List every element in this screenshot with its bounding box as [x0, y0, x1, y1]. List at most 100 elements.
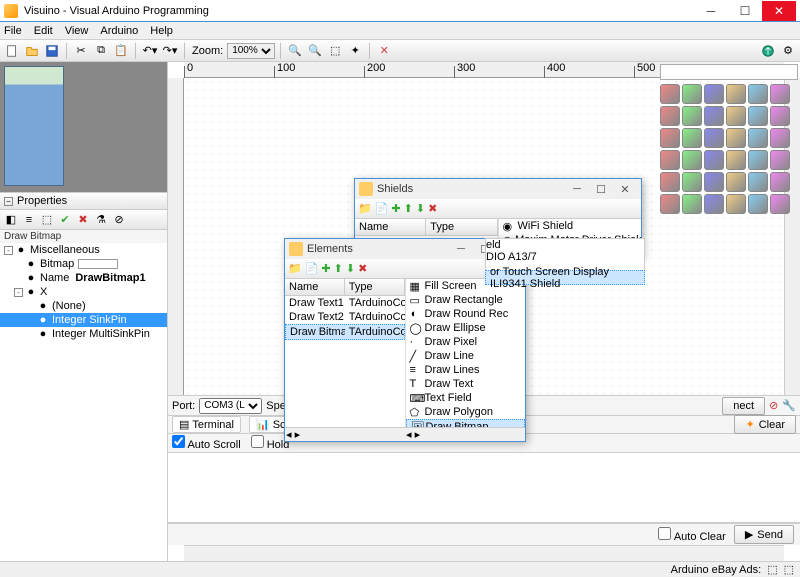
el-tb-2[interactable]: 📄: [305, 262, 319, 275]
palette-component[interactable]: [748, 194, 768, 214]
shields-tb-5[interactable]: ⬇: [416, 202, 425, 215]
send-button[interactable]: ▶Send: [734, 525, 794, 544]
list-item[interactable]: eld: [486, 239, 644, 251]
palette-component[interactable]: [748, 84, 768, 104]
copy-button[interactable]: ⧉: [92, 42, 110, 60]
list-item[interactable]: ◯Draw Ellipse: [406, 321, 526, 335]
connect-button[interactable]: nect: [722, 397, 765, 415]
tree-node[interactable]: ●Bitmap: [0, 257, 167, 271]
tree-node[interactable]: ●NameDrawBitmap1: [0, 271, 167, 285]
palette-component[interactable]: [682, 128, 702, 148]
palette-component[interactable]: [748, 172, 768, 192]
el-tb-1[interactable]: 📁: [288, 262, 302, 275]
config-button[interactable]: ⚙: [779, 42, 797, 60]
list-item[interactable]: ·Draw Pixel: [406, 335, 526, 349]
autoscroll-checkbox[interactable]: Auto Scroll: [172, 435, 241, 451]
palette-component[interactable]: [770, 128, 790, 148]
shields-tb-4[interactable]: ⬆: [404, 202, 413, 215]
list-item[interactable]: TDraw Text: [406, 377, 526, 391]
palette-component[interactable]: [726, 128, 746, 148]
palette-component[interactable]: [682, 106, 702, 126]
palette-component[interactable]: [726, 150, 746, 170]
palette-component[interactable]: [682, 194, 702, 214]
palette-component[interactable]: [704, 172, 724, 192]
stop-icon[interactable]: ⊘: [769, 399, 778, 412]
menu-arduino[interactable]: Arduino: [100, 25, 138, 37]
list-item[interactable]: ◉WiFi Shield: [499, 219, 642, 233]
collapse-icon[interactable]: −: [4, 197, 13, 206]
tree-node[interactable]: ●(None): [0, 299, 167, 313]
el-tb-6[interactable]: ✖: [358, 262, 367, 275]
palette-component[interactable]: [748, 106, 768, 126]
list-item[interactable]: ≡Draw Lines: [406, 363, 526, 377]
elements-right-list[interactable]: ▦Fill Screen▭Draw Rectangle◖Draw Round R…: [406, 279, 526, 427]
shields-tb-2[interactable]: 📄: [375, 202, 389, 215]
tree-node[interactable]: -●X: [0, 285, 167, 299]
properties-tree[interactable]: -●Miscellaneous●Bitmap●NameDrawBitmap1-●…: [0, 243, 167, 561]
menu-edit[interactable]: Edit: [34, 25, 53, 37]
zoom-fit-button[interactable]: ⬚: [326, 42, 344, 60]
list-item[interactable]: ▭Draw Rectangle: [406, 293, 526, 307]
elements-minimize[interactable]: ─: [449, 241, 473, 257]
menu-view[interactable]: View: [65, 25, 89, 37]
status-icon-2[interactable]: ⬚: [784, 563, 794, 576]
zoom-select[interactable]: 100%: [227, 43, 275, 59]
settings-icon[interactable]: 🔧: [782, 399, 796, 412]
el-tb-3[interactable]: ✚: [321, 262, 330, 275]
save-button[interactable]: [43, 42, 61, 60]
prop-btn-5[interactable]: ✖: [75, 212, 91, 228]
palette-component[interactable]: [660, 150, 680, 170]
tree-node[interactable]: -●Miscellaneous: [0, 243, 167, 257]
prop-btn-7[interactable]: ⊘: [111, 212, 127, 228]
palette-component[interactable]: [748, 128, 768, 148]
shields-tb-3[interactable]: ✚: [391, 202, 400, 215]
new-button[interactable]: [3, 42, 21, 60]
shield-selected-row[interactable]: or Touch Screen Display ILI9341 Shield: [485, 270, 645, 285]
palette-component[interactable]: [682, 172, 702, 192]
prop-btn-6[interactable]: ⚗: [93, 212, 109, 228]
redo-button[interactable]: ↷▾: [161, 42, 179, 60]
shields-minimize[interactable]: ─: [565, 181, 589, 197]
design-preview[interactable]: [0, 62, 167, 192]
port-select[interactable]: COM3 (L: [199, 398, 262, 414]
upload-button[interactable]: [759, 42, 777, 60]
autoclear-checkbox[interactable]: Auto Clear: [658, 527, 725, 543]
palette-component[interactable]: [704, 194, 724, 214]
status-icon-1[interactable]: ⬚: [767, 563, 777, 576]
palette-component[interactable]: [770, 106, 790, 126]
cut-button[interactable]: ✂: [72, 42, 90, 60]
list-item[interactable]: Draw Text1TArduinoColo: [285, 296, 405, 310]
palette-component[interactable]: [660, 194, 680, 214]
minimize-button[interactable]: ─: [694, 1, 728, 21]
terminal-tab[interactable]: ▤Terminal: [172, 416, 241, 433]
list-item[interactable]: Draw Bitmap1TArduinoColo: [285, 324, 405, 340]
list-item[interactable]: ╱Draw Line: [406, 349, 526, 363]
undo-button[interactable]: ↶▾: [141, 42, 159, 60]
prop-btn-4[interactable]: ✔: [57, 212, 73, 228]
list-item[interactable]: ⬠Draw Polygon: [406, 405, 526, 419]
prop-btn-1[interactable]: ◧: [3, 212, 19, 228]
palette-component[interactable]: [682, 150, 702, 170]
tree-node[interactable]: ●Integer SinkPin: [0, 313, 167, 327]
elements-scrollbars[interactable]: ◂ ▸◂ ▸: [285, 427, 525, 441]
palette-component[interactable]: [726, 172, 746, 192]
shields-maximize[interactable]: ☐: [589, 181, 613, 197]
elements-left-list[interactable]: NameType Draw Text1TArduinoColoDraw Text…: [285, 279, 406, 427]
list-item[interactable]: 🖼Draw Bitmap: [406, 419, 526, 427]
clear-button-top[interactable]: ✦Clear: [734, 415, 796, 434]
palette-component[interactable]: [682, 84, 702, 104]
el-tb-5[interactable]: ⬇: [346, 262, 355, 275]
maximize-button[interactable]: ☐: [728, 1, 762, 21]
zoom-in-button[interactable]: 🔍: [286, 42, 304, 60]
canvas-scrollbar-h[interactable]: [184, 545, 784, 561]
shields-titlebar[interactable]: Shields ─ ☐ ✕: [355, 179, 641, 199]
palette-component[interactable]: [660, 84, 680, 104]
shields-close[interactable]: ✕: [613, 181, 637, 197]
tree-node[interactable]: ●Integer MultiSinkPin: [0, 327, 167, 341]
palette-component[interactable]: [704, 84, 724, 104]
palette-component[interactable]: [726, 84, 746, 104]
palette-component[interactable]: [748, 150, 768, 170]
palette-component[interactable]: [704, 150, 724, 170]
shields-tb-6[interactable]: ✖: [428, 202, 437, 215]
palette-component[interactable]: [770, 172, 790, 192]
